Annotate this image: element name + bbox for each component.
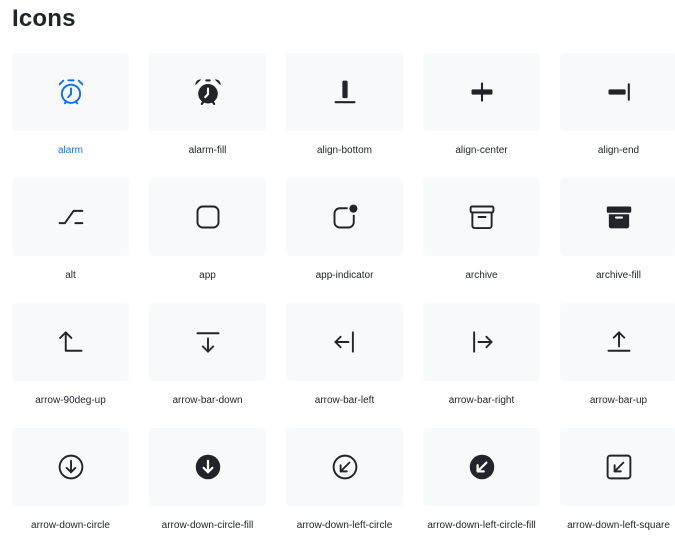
icon-tile[interactable] [286,178,403,256]
arrow-down-circle-icon [58,454,83,480]
icon-label: archive [465,270,498,281]
icon-card-app[interactable]: app [149,178,266,303]
icon-tile[interactable] [560,53,675,131]
icon-label: arrow-bar-up [589,395,648,406]
arrow-bar-left-icon [333,331,354,353]
icon-label: arrow-down-left-circle-fill [427,520,536,531]
arrow-90deg-up-icon [58,331,82,352]
icon-label: alarm [57,145,83,156]
icon-tile[interactable] [286,303,403,381]
icon-label: arrow-bar-down [172,395,243,406]
icon-label: arrow-down-left-square [567,520,670,531]
icon-label: arrow-bar-left [314,395,375,406]
icon-card-alarm-fill[interactable]: alarm-fill [149,53,266,178]
icon-tile[interactable] [286,428,403,506]
arrow-bar-up-icon [607,331,630,352]
icon-label: alarm-fill [188,145,227,156]
icon-label: arrow-down-circle-fill [161,520,254,531]
icon-tile[interactable] [286,53,403,131]
icon-card-archive[interactable]: archive [423,178,540,303]
arrow-bar-down-icon [196,332,219,353]
icon-tile[interactable] [560,428,675,506]
icon-card-align-bottom[interactable]: align-bottom [286,53,403,178]
icon-card-alt[interactable]: alt [12,178,129,303]
icon-tile[interactable] [149,303,266,381]
icon-tile[interactable] [149,53,266,131]
icon-label: align-bottom [316,145,373,156]
icon-tile[interactable] [12,53,129,131]
icon-tile[interactable] [423,53,540,131]
icon-tile[interactable] [560,178,675,256]
icon-tile[interactable] [12,303,129,381]
icon-tile[interactable] [149,428,266,506]
align-end-icon [608,83,630,101]
alt-icon [58,209,83,225]
archive-icon [469,205,494,229]
icon-card-arrow-down-circle[interactable]: arrow-down-circle [12,428,129,553]
icon-tile[interactable] [12,178,129,256]
icon-card-arrow-bar-right[interactable]: arrow-bar-right [423,303,540,428]
alarm-fill-icon [194,79,221,106]
icon-label: archive-fill [595,270,641,281]
icon-card-arrow-down-left-circle-fill[interactable]: arrow-down-left-circle-fill [423,428,540,553]
icon-tile[interactable] [423,428,540,506]
align-bottom-icon [334,80,355,104]
icon-card-alarm[interactable]: alarm [12,53,129,178]
icon-label: alt [65,270,76,281]
arrow-down-left-circle-fill-icon [469,454,494,480]
icon-card-arrow-down-left-square[interactable]: arrow-down-left-square [560,428,675,553]
icon-tile[interactable] [423,178,540,256]
icon-card-arrow-down-circle-fill[interactable]: arrow-down-circle-fill [149,428,266,553]
page-title: Icons [12,5,76,32]
icon-card-app-indicator[interactable]: app-indicator [286,178,403,303]
icon-label: app-indicator [315,270,374,281]
arrow-down-left-square-icon [606,454,631,480]
arrow-bar-right-icon [472,331,493,353]
arrow-down-circle-fill-icon [195,454,220,480]
icon-card-arrow-bar-left[interactable]: arrow-bar-left [286,303,403,428]
align-center-icon [471,82,492,102]
icon-card-arrow-down-left-circle[interactable]: arrow-down-left-circle [286,428,403,553]
alarm-icon [58,79,83,105]
icon-tile[interactable] [560,303,675,381]
app-indicator-icon [333,204,357,229]
arrow-down-left-circle-icon [332,454,357,480]
icon-card-arrow-90deg-up[interactable]: arrow-90deg-up [12,303,129,428]
icon-label: arrow-90deg-up [35,395,106,406]
icon-grid: alarm alarm-fill align-bottom align-cent… [12,53,675,553]
icon-tile[interactable] [149,178,266,256]
icon-card-arrow-bar-up[interactable]: arrow-bar-up [560,303,675,428]
icon-card-align-end[interactable]: align-end [560,53,675,178]
archive-fill-icon [606,206,631,229]
icon-label: arrow-down-left-circle [296,520,393,531]
icon-card-archive-fill[interactable]: archive-fill [560,178,675,303]
app-icon [196,205,219,229]
icon-tile[interactable] [423,303,540,381]
icon-label: arrow-down-circle [31,520,110,531]
icon-tile[interactable] [12,428,129,506]
icon-card-arrow-bar-down[interactable]: arrow-bar-down [149,303,266,428]
icon-label: align-end [597,145,640,156]
icon-label: align-center [455,145,508,156]
icon-card-align-center[interactable]: align-center [423,53,540,178]
icon-label: app [199,270,216,281]
icon-label: arrow-bar-right [448,395,515,406]
